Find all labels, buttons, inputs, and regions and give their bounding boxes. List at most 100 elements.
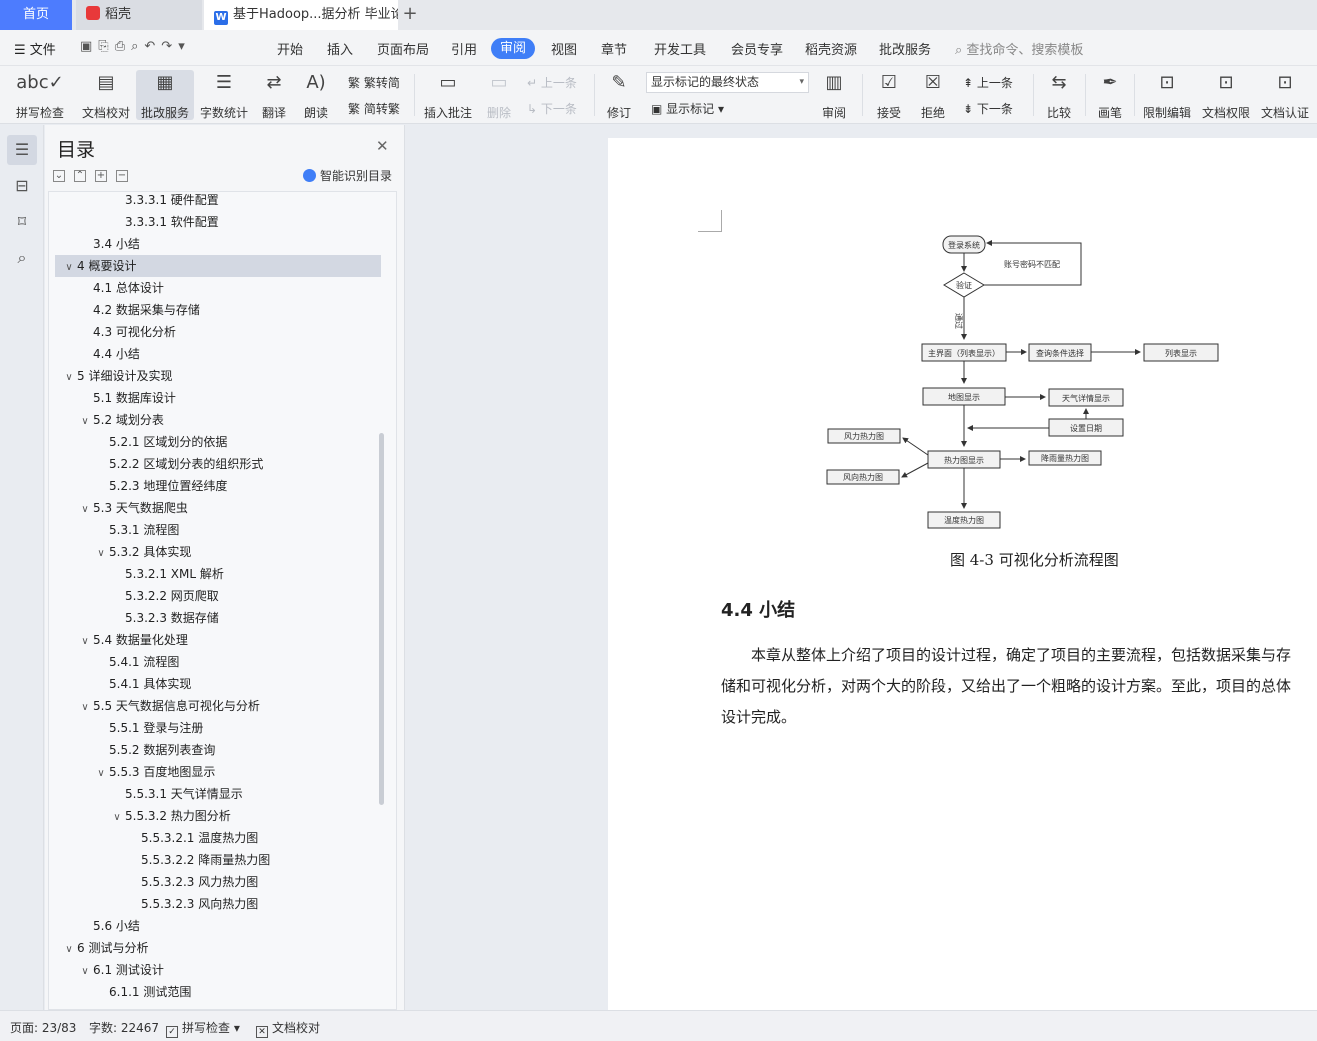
export-icon[interactable]: ⎘ [98, 39, 114, 54]
read-aloud-button[interactable]: A) 朗读 [300, 70, 332, 121]
redo-icon[interactable]: ↷ [161, 39, 178, 54]
chevron-down-icon[interactable]: ∨ [61, 367, 77, 389]
toc-item[interactable]: 5.1 数据库设计 [55, 387, 381, 409]
translate-button[interactable]: ⇄ 翻译 [256, 70, 292, 121]
word-count-indicator[interactable]: 字数: 22467 [89, 1019, 159, 1036]
toc-item[interactable]: 5.3.2.3 数据存储 [55, 607, 381, 629]
toc-item[interactable]: 5.5.3.2.1 温度热力图 [55, 827, 381, 849]
toc-item[interactable]: 4.4 小结 [55, 343, 381, 365]
menu-page-layout[interactable]: 页面布局 [377, 39, 429, 58]
smart-toc-button[interactable]: 智能识别目录 [303, 167, 392, 184]
chevron-down-icon[interactable]: ∨ [77, 961, 93, 983]
file-menu[interactable]: ☰ 文件 [14, 39, 56, 58]
toc-panel-icon[interactable]: ☰ [7, 135, 37, 165]
expand-all-icon[interactable]: ⌄ [53, 170, 65, 182]
search-icon[interactable]: ⌕ [7, 243, 37, 273]
status-proofread[interactable]: ✕ 文档校对 [256, 1019, 320, 1038]
toc-item[interactable]: 3.3.3.1 硬件配置 [55, 192, 381, 211]
menu-start[interactable]: 开始 [277, 39, 303, 58]
toc-item[interactable]: 4.1 总体设计 [55, 277, 381, 299]
status-spellcheck[interactable]: ✓ 拼写检查 ▾ [166, 1019, 240, 1038]
next-change-button[interactable]: ⇟ 下一条 [963, 100, 1013, 117]
bookmark-icon[interactable]: ⌑ [7, 207, 37, 237]
review-pane-button[interactable]: ▥ 审阅 [815, 70, 853, 121]
tab-document[interactable]: W 基于Hadoop...据分析 毕业论文 [204, 0, 398, 30]
menu-references[interactable]: 引用 [451, 39, 477, 58]
chevron-down-icon[interactable]: ∨ [77, 499, 93, 521]
restrict-edit-button[interactable]: ⊡ 限制编辑 [1140, 70, 1194, 121]
menu-view[interactable]: 视图 [551, 39, 577, 58]
toc-item[interactable]: 5.5.2 数据列表查询 [55, 739, 381, 761]
toc-item[interactable]: 5.4.1 流程图 [55, 651, 381, 673]
toc-item[interactable]: ∨ 5.3.2 具体实现 [55, 541, 381, 563]
doc-certify-button[interactable]: ⊡ 文档认证 [1258, 70, 1312, 121]
toc-item[interactable]: ∨ 6.1 测试设计 [55, 959, 381, 981]
menu-docer-resources[interactable]: 稻壳资源 [805, 39, 857, 58]
insert-comment-button[interactable]: ▭ 插入批注 [422, 70, 474, 121]
tab-docer[interactable]: 稻壳 [76, 0, 202, 30]
print-icon[interactable]: ⎙ [115, 39, 131, 54]
toc-item[interactable]: 5.3.1 流程图 [55, 519, 381, 541]
word-count-button[interactable]: ☰ 字数统计 [197, 70, 251, 121]
page-indicator[interactable]: 页面: 23/83 [10, 1019, 76, 1036]
new-tab-button[interactable]: + [400, 0, 420, 30]
remove-heading-icon[interactable]: − [116, 170, 128, 182]
menu-chapter[interactable]: 章节 [601, 39, 627, 58]
chevron-down-icon[interactable]: ∨ [77, 697, 93, 719]
prev-comment-button[interactable]: ↵ 上一条 [527, 74, 577, 91]
toc-item[interactable]: 5.3.2.2 网页爬取 [55, 585, 381, 607]
chevron-down-icon[interactable]: ∨ [77, 411, 93, 433]
toc-item[interactable]: 5.2.2 区域划分表的组织形式 [55, 453, 381, 475]
correction-service-button[interactable]: ▦ 批改服务 [136, 70, 194, 120]
toc-item[interactable]: ∨ 5 详细设计及实现 [55, 365, 381, 387]
toc-item[interactable]: 5.4.1 具体实现 [55, 673, 381, 695]
accept-button[interactable]: ☑ 接受 [870, 70, 908, 121]
doc-permission-button[interactable]: ⊡ 文档权限 [1199, 70, 1253, 121]
toc-item[interactable]: 3.4 小结 [55, 233, 381, 255]
proofread-button[interactable]: ▤ 文档校对 [78, 70, 134, 121]
prev-change-button[interactable]: ⇞ 上一条 [963, 74, 1013, 91]
spellcheck-button[interactable]: abc✓ 拼写检查 [10, 70, 70, 121]
toc-item[interactable]: 5.5.1 登录与注册 [55, 717, 381, 739]
chevron-down-icon[interactable]: ∨ [109, 807, 125, 829]
toc-item[interactable]: ∨ 5.4 数据量化处理 [55, 629, 381, 651]
toc-item[interactable]: 5.6 小结 [55, 915, 381, 937]
toc-item[interactable]: 5.5.3.2.3 风力热力图 [55, 871, 381, 893]
chevron-down-icon[interactable]: ∨ [61, 939, 77, 961]
toc-item[interactable]: 4.2 数据采集与存储 [55, 299, 381, 321]
track-changes-button[interactable]: ✎ 修订 [600, 70, 638, 121]
delete-comment-button[interactable]: ▭ 删除 [480, 70, 518, 121]
chevron-down-icon[interactable]: ∨ [93, 763, 109, 785]
toc-item[interactable]: 5.3.2.1 XML 解析 [55, 563, 381, 585]
toc-item[interactable]: 3.3.3.1 软件配置 [55, 211, 381, 233]
toc-item[interactable]: 5.2.3 地理位置经纬度 [55, 475, 381, 497]
toc-item[interactable]: ∨ 5.2 域划分表 [55, 409, 381, 431]
trad-to-simp-button[interactable]: 繁 繁转简 [348, 74, 400, 91]
toc-item[interactable]: 5.2.1 区域划分的依据 [55, 431, 381, 453]
tab-home[interactable]: 首页 [0, 0, 72, 30]
menu-review[interactable]: 审阅 [491, 38, 536, 59]
markup-state-select[interactable]: 显示标记的最终状态 ▾ [646, 72, 809, 93]
simp-to-trad-button[interactable]: 繁 简转繁 [348, 100, 400, 117]
show-markup-button[interactable]: ▣ 显示标记 ▾ [651, 100, 724, 117]
reject-button[interactable]: ☒ 拒绝 [914, 70, 952, 121]
ink-button[interactable]: ✒ 画笔 [1092, 70, 1128, 121]
undo-icon[interactable]: ↶ [144, 39, 161, 54]
preview-icon[interactable]: ⌕ [131, 39, 144, 54]
toc-item[interactable]: 5.5.3.1 天气详情显示 [55, 783, 381, 805]
toc-item[interactable]: 6.1.1 测试范围 [55, 981, 381, 1003]
add-heading-icon[interactable]: + [95, 170, 107, 182]
menu-developer[interactable]: 开发工具 [654, 39, 706, 58]
command-search[interactable]: ⌕ 查找命令、搜索模板 [955, 39, 1083, 58]
toc-item[interactable]: ∨ 5.5 天气数据信息可视化与分析 [55, 695, 381, 717]
save-icon[interactable]: ▣ [80, 39, 98, 54]
toc-item[interactable]: ∨ 5.5.3.2 热力图分析 [55, 805, 381, 827]
menu-insert[interactable]: 插入 [327, 39, 353, 58]
toc-item[interactable]: 5.5.3.2.3 风向热力图 [55, 893, 381, 915]
chevron-down-icon[interactable]: ∨ [61, 257, 77, 279]
close-icon[interactable]: ✕ [376, 137, 389, 155]
toc-scrollbar[interactable] [379, 433, 384, 805]
toc-item[interactable]: ∨ 6 测试与分析 [55, 937, 381, 959]
toc-item[interactable]: ∨ 5.5.3 百度地图显示 [55, 761, 381, 783]
menu-correction[interactable]: 批改服务 [879, 39, 931, 58]
